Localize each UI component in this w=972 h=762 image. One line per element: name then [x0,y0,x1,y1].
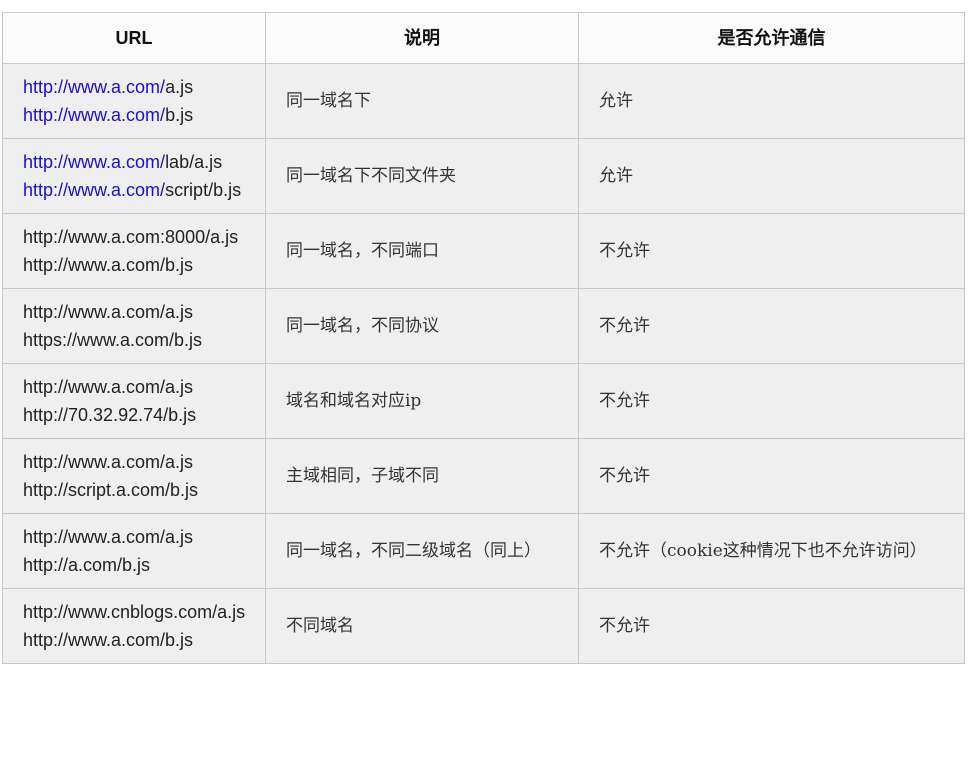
table-row: http://www.a.com/lab/a.js http://www.a.c… [2,138,965,214]
url-line: http://www.cnblogs.com/a.js [23,602,246,622]
url-line: http://a.com/b.js [23,555,151,575]
allowed-cell: 允许 [578,138,965,214]
url-line: http://www.a.com/lab/a.js [23,148,247,176]
allowed-cell: 不允许（cookie这种情况下也不允许访问） [578,513,965,589]
url-line: http://www.a.com/b.js [23,101,247,129]
description-cell: 同一域名下 [265,63,579,139]
table-row: http://www.a.com/a.js http://script.a.co… [2,438,965,514]
url-line: http://www.a.com/b.js [23,630,194,650]
description-cell: 同一域名，不同协议 [265,288,579,364]
url-cell: http://www.a.com/a.js http://a.com/b.js [2,513,266,589]
url-line: http://www.a.com/a.js [23,302,194,322]
description-cell: 不同域名 [265,588,579,664]
description-cell: 同一域名下不同文件夹 [265,138,579,214]
url-line: http://www.a.com/b.js [23,255,194,275]
allowed-cell: 不允许 [578,588,965,664]
url-line: https://www.a.com/b.js [23,330,203,350]
url-line: http://www.a.com/script/b.js [23,176,247,204]
description-cell: 同一域名，不同端口 [265,213,579,289]
table-row: http://www.a.com/a.js http://70.32.92.74… [2,363,965,439]
url-line: http://70.32.92.74/b.js [23,405,197,425]
url-path: a.js [165,77,194,97]
url-link[interactable]: http://www.a.com/ [23,77,165,97]
url-line: http://script.a.com/b.js [23,480,199,500]
url-cell: http://www.cnblogs.com/a.js http://www.a… [2,588,266,664]
header-description: 说明 [265,12,579,64]
allowed-cell: 允许 [578,63,965,139]
url-cell: http://www.a.com:8000/a.js http://www.a.… [2,213,266,289]
header-url: URL [2,12,266,64]
table-row: http://www.a.com:8000/a.js http://www.a.… [2,213,965,289]
table-row: http://www.a.com/a.js https://www.a.com/… [2,288,965,364]
url-line: http://www.a.com/a.js [23,377,194,397]
allowed-cell: 不允许 [578,213,965,289]
header-allowed: 是否允许通信 [578,12,965,64]
table-row: http://www.a.com/a.js http://www.a.com/b… [2,63,965,139]
url-cell: http://www.a.com/lab/a.js http://www.a.c… [2,138,266,214]
url-line: http://www.a.com/a.js [23,527,194,547]
table-row: http://www.cnblogs.com/a.js http://www.a… [2,588,965,664]
description-cell: 域名和域名对应ip [265,363,579,439]
url-link[interactable]: http://www.a.com/ [23,180,165,200]
url-cell: http://www.a.com/a.js http://70.32.92.74… [2,363,266,439]
url-path: script/b.js [165,180,242,200]
url-line: http://www.a.com/a.js [23,73,247,101]
table-row: http://www.a.com/a.js http://a.com/b.js … [2,513,965,589]
allowed-cell: 不允许 [578,438,965,514]
url-line: http://www.a.com:8000/a.js [23,227,239,247]
header-row: URL 说明 是否允许通信 [2,12,965,64]
url-cell: http://www.a.com/a.js http://script.a.co… [2,438,266,514]
url-cell: http://www.a.com/a.js https://www.a.com/… [2,288,266,364]
url-path: lab/a.js [165,152,223,172]
description-cell: 主域相同，子域不同 [265,438,579,514]
url-link[interactable]: http://www.a.com/ [23,105,165,125]
same-origin-table: URL 说明 是否允许通信 http://www.a.com/a.js http… [2,12,965,664]
description-cell: 同一域名，不同二级域名（同上） [265,513,579,589]
url-link[interactable]: http://www.a.com/ [23,152,165,172]
allowed-cell: 不允许 [578,288,965,364]
allowed-cell: 不允许 [578,363,965,439]
url-path: b.js [165,105,194,125]
url-cell: http://www.a.com/a.js http://www.a.com/b… [2,63,266,139]
url-line: http://www.a.com/a.js [23,452,194,472]
